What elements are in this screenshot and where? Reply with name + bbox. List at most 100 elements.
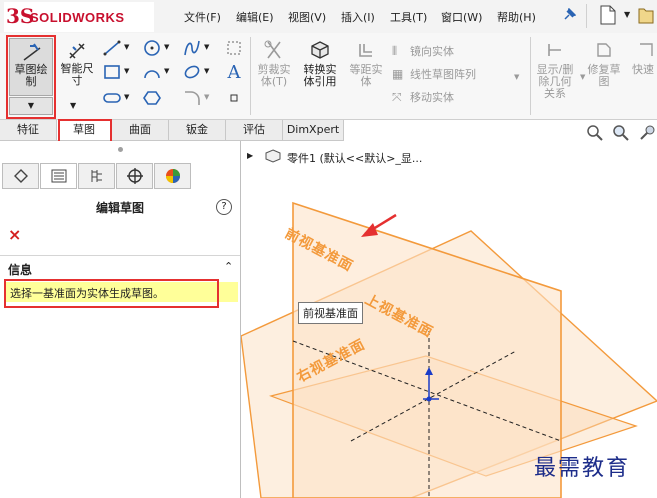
solidworks-logo: 3S SOLIDWORKS [4,2,154,32]
appearance-ball-icon [165,169,180,183]
repair-sketch-icon [597,43,611,57]
menu-edit[interactable]: 编辑(E) [236,9,274,25]
move-icon: ⤧ [392,89,402,104]
sketch-tab-highlight [58,119,112,143]
polygon-tool-icon[interactable] [142,89,162,107]
linear-pattern-button[interactable]: ▦ 线性草图阵列 [392,66,476,82]
convert-entities-button[interactable]: 转换实 体引用 [298,38,342,108]
info-section-header[interactable]: 信息 [8,261,32,278]
quick-snaps-label: 快速 [632,63,654,76]
origin-point[interactable] [426,396,432,402]
quick-snaps-button[interactable]: 快速 [630,38,657,108]
mirror-entities-button[interactable]: ⫴ 镜向实体 [392,43,454,59]
spline-tool-icon[interactable] [182,39,202,57]
rectangle-tool-icon[interactable] [102,63,122,81]
slot-tool-icon[interactable] [102,89,122,107]
pin-icon[interactable] [562,7,577,25]
menu-view[interactable]: 视图(V) [288,9,326,25]
show-relations-label: 显示/删 除几何 关系 [536,63,574,100]
chevron-up-icon[interactable]: ⌃ [224,260,233,273]
point-tool-icon[interactable] [224,89,244,107]
new-document-icon[interactable] [600,5,616,28]
move-entities-button[interactable]: ⤧ 移动实体 [392,89,454,105]
trim-label: 剪裁实 体(T) [257,63,291,88]
convert-entities-icon [311,41,329,59]
quick-snaps-icon [640,43,653,56]
ellipse-tool-icon[interactable] [182,63,202,81]
offset-icon [359,44,372,57]
move-label: 移动实体 [410,91,454,104]
trim-icon [264,40,281,59]
graphics-viewport[interactable]: ▶ 零件1 (默认<<默认>_显... 前视基准面 上视基准面 右视基准面 前视… [241,141,657,498]
rectangle-dropdown-icon[interactable]: ▼ [124,67,129,75]
command-manager-tabs: 特征 草图 曲面 钣金 评估 DimXpert [0,120,344,141]
logo-text: SOLIDWORKS [30,10,125,25]
property-manager-panel: 编辑草图 ? × 信息 ⌃ 选择一基准面为实体生成草图。 [0,141,241,498]
menu-help[interactable]: 帮助(H) [497,9,536,25]
open-document-icon[interactable] [638,5,654,28]
construction-geometry-icon[interactable] [224,39,244,57]
mirror-icon: ⫴ [392,43,398,58]
offset-entities-button[interactable]: 等距实 体 [344,38,388,108]
trim-entities-button[interactable]: 剪裁实 体(T) [252,38,296,108]
repair-sketch-button[interactable]: 修复草 图 [582,38,626,108]
ellipse-dropdown-icon[interactable]: ▼ [204,67,209,75]
linear-pattern-icon: ▦ [392,67,404,81]
smart-dimension-icon [69,43,85,59]
info-message-highlight [4,279,219,308]
slot-dropdown-icon[interactable]: ▼ [124,93,129,101]
sketch-button[interactable]: 草图绘 制 [9,38,53,96]
show-relations-button[interactable]: 显示/删 除几何 关系 [532,38,578,114]
offset-label: 等距实 体 [349,63,383,88]
property-list-icon [51,169,66,183]
fillet-dropdown-icon[interactable]: ▼ [204,93,209,101]
text-tool-icon[interactable]: A [224,62,244,83]
circle-dropdown-icon[interactable]: ▼ [164,43,169,51]
property-manager-tab[interactable] [40,163,77,189]
menu-insert[interactable]: 插入(I) [341,9,375,25]
mirror-label: 镜向实体 [410,45,454,58]
sketch-icon [23,43,41,61]
repair-sketch-label: 修复草 图 [587,63,621,88]
menu-file[interactable]: 文件(F) [184,9,221,25]
menu-window[interactable]: 窗口(W) [441,9,482,25]
tab-evaluate[interactable]: 评估 [226,120,283,140]
fillet-tool-icon[interactable] [182,89,202,107]
tab-features[interactable]: 特征 [0,120,57,140]
dimxpert-manager-tab[interactable] [116,163,153,189]
smart-dimension-button[interactable]: 智能尺 寸 [56,38,98,96]
configuration-manager-tab[interactable] [78,163,115,189]
line-dropdown-icon[interactable]: ▼ [124,43,129,51]
menu-tools[interactable]: 工具(T) [390,9,427,25]
title-bar: 3S SOLIDWORKS 文件(F) 编辑(E) 视图(V) 插入(I) 工具… [0,0,657,34]
linear-pattern-label: 线性草图阵列 [410,68,476,81]
sketch-button-label: 草图绘 制 [14,63,48,88]
arc-dropdown-icon[interactable]: ▼ [164,67,169,75]
smart-dimension-dropdown-icon[interactable]: ▼ [70,101,76,110]
feature-manager-tab[interactable] [2,163,39,189]
new-dropdown-icon[interactable]: ▼ [624,10,630,19]
crosshair-icon [126,168,143,184]
command-ribbon: 草图绘 制 ▼ 智能尺 寸 ▼ ▼ ▼ ▼ ▼ ▼ ▼ A ▼ ▼ 剪裁实 体(… [0,33,657,120]
tab-sheet-metal[interactable]: 钣金 [169,120,226,140]
tab-surfaces[interactable]: 曲面 [112,120,169,140]
spline-dropdown-icon[interactable]: ▼ [204,43,209,51]
panel-title: 编辑草图 [95,201,144,215]
smart-dimension-label: 智能尺 寸 [60,62,94,87]
watermark-text: 最需教育 [534,456,631,481]
help-icon[interactable]: ? [216,199,232,215]
arc-tool-icon[interactable] [142,63,162,81]
modify-tools: ⫴ 镜向实体 ▦ 线性草图阵列 ⤧ 移动实体 ▼ [392,41,522,111]
relations-icon [548,44,561,56]
panel-splitter-handle[interactable] [118,147,123,152]
sketch-tools-grid: ▼ ▼ ▼ ▼ ▼ ▼ A ▼ ▼ [102,39,252,119]
circle-tool-icon[interactable] [142,39,162,57]
display-manager-tab[interactable] [154,163,191,189]
line-tool-icon[interactable] [102,39,122,57]
close-icon[interactable]: × [8,225,21,244]
plane-tooltip: 前视基准面 [298,302,363,324]
tab-dimxpert[interactable]: DimXpert [283,120,344,140]
sketch-dropdown-button[interactable]: ▼ [9,97,53,115]
configuration-icon [91,170,102,182]
linear-pattern-dropdown-icon[interactable]: ▼ [514,73,519,81]
